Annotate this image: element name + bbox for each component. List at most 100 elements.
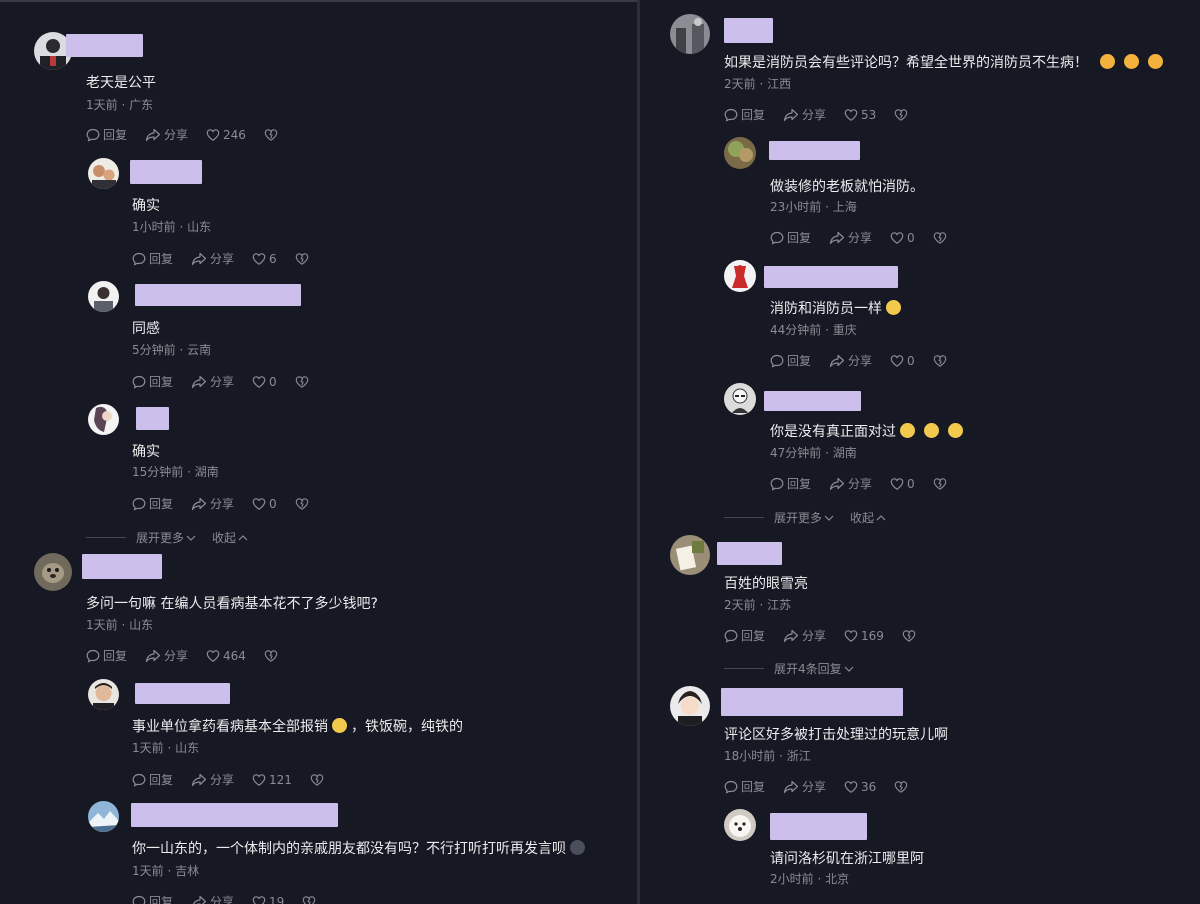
dislike-button[interactable]: [902, 629, 919, 643]
avatar[interactable]: [670, 535, 710, 575]
heart-icon: [252, 252, 266, 266]
dislike-button[interactable]: [933, 354, 950, 368]
share-button[interactable]: 分享: [191, 771, 234, 788]
username-redacted[interactable]: [66, 34, 143, 57]
share-button[interactable]: 分享: [829, 352, 872, 369]
avatar[interactable]: [88, 158, 119, 189]
username-redacted[interactable]: [724, 18, 773, 43]
dislike-button[interactable]: [264, 649, 281, 663]
dislike-button[interactable]: [302, 895, 319, 904]
like-button[interactable]: 36: [844, 780, 876, 794]
reply-item: 你一山东的，一个体制内的亲戚朋友都没有吗？不行打听打听再发言呗 1天前 · 吉林…: [88, 801, 633, 904]
avatar[interactable]: [88, 679, 119, 710]
reply-button[interactable]: 回复: [724, 627, 765, 644]
username-redacted[interactable]: [82, 554, 162, 579]
username-redacted[interactable]: [136, 407, 169, 430]
like-button[interactable]: 0: [252, 497, 277, 511]
like-button[interactable]: 19: [252, 895, 284, 904]
dislike-button[interactable]: [933, 477, 950, 491]
username-redacted[interactable]: [131, 803, 338, 827]
reply-button[interactable]: 回复: [132, 893, 173, 904]
like-button[interactable]: 0: [890, 231, 915, 245]
share-button[interactable]: 分享: [145, 647, 188, 664]
dislike-button[interactable]: [295, 375, 312, 389]
like-button[interactable]: 121: [252, 773, 292, 787]
avatar-image: [88, 801, 119, 832]
avatar[interactable]: [724, 809, 756, 841]
avatar[interactable]: [34, 553, 72, 591]
like-button[interactable]: 6: [252, 252, 277, 266]
dislike-icon: [310, 773, 324, 787]
avatar[interactable]: [724, 383, 756, 415]
like-button[interactable]: 246: [206, 128, 246, 142]
username-redacted[interactable]: [770, 813, 867, 840]
share-button[interactable]: 分享: [145, 126, 188, 143]
dislike-button[interactable]: [295, 252, 312, 266]
username-redacted[interactable]: [721, 688, 903, 716]
reply-label: 回复: [741, 108, 766, 122]
reply-button[interactable]: 回复: [86, 647, 127, 664]
reply-button[interactable]: 回复: [132, 250, 173, 267]
username-redacted[interactable]: [769, 141, 860, 160]
dislike-button[interactable]: [310, 773, 327, 787]
avatar[interactable]: [88, 404, 119, 435]
username-redacted[interactable]: [764, 266, 898, 288]
username-redacted[interactable]: [764, 391, 861, 411]
expand-replies-button[interactable]: 展开4条回复: [774, 660, 854, 677]
like-button[interactable]: 464: [206, 649, 246, 663]
reply-text: 你一山东的，一个体制内的亲戚朋友都没有吗？不行打听打听再发言呗: [132, 838, 585, 858]
reply-label: 回复: [149, 773, 174, 787]
username-redacted[interactable]: [717, 542, 782, 565]
like-button[interactable]: 169: [844, 629, 884, 643]
heart-icon: [252, 895, 266, 904]
reply-button[interactable]: 回复: [86, 126, 127, 143]
expand-replies-label: 展开4条回复: [774, 662, 842, 676]
username-redacted[interactable]: [135, 284, 301, 306]
like-button[interactable]: 0: [252, 375, 277, 389]
reply-text-content: 你一山东的，一个体制内的亲戚朋友都没有吗？不行打听打听再发言呗: [132, 841, 566, 857]
share-button[interactable]: 分享: [191, 250, 234, 267]
avatar[interactable]: [724, 260, 756, 292]
share-label: 分享: [164, 128, 189, 142]
reply-button[interactable]: 回复: [724, 106, 765, 123]
expand-more-button[interactable]: 展开更多: [774, 509, 834, 526]
like-button[interactable]: 0: [890, 477, 915, 491]
share-button[interactable]: 分享: [191, 495, 234, 512]
comment-item: 如果是消防员会有些评论吗？希望全世界的消防员不生病！ 2天前 · 江西 回复 分…: [670, 14, 1195, 129]
avatar[interactable]: [670, 14, 710, 54]
reply-button[interactable]: 回复: [724, 778, 765, 795]
avatar[interactable]: [88, 801, 119, 832]
share-button[interactable]: 分享: [783, 106, 826, 123]
share-button[interactable]: 分享: [783, 778, 826, 795]
share-button[interactable]: 分享: [829, 475, 872, 492]
username-redacted[interactable]: [135, 683, 230, 704]
comment-location: 浙江: [786, 749, 811, 763]
dislike-button[interactable]: [933, 231, 950, 245]
username-redacted[interactable]: [130, 160, 202, 184]
reply-button[interactable]: 回复: [770, 475, 811, 492]
avatar[interactable]: [670, 686, 710, 726]
like-button[interactable]: 0: [890, 354, 915, 368]
reply-button[interactable]: 回复: [770, 229, 811, 246]
reply-button[interactable]: 回复: [132, 495, 173, 512]
collapse-button[interactable]: 收起: [212, 529, 248, 546]
chevron-down-icon: [186, 535, 196, 541]
avatar[interactable]: [88, 281, 119, 312]
reply-button[interactable]: 回复: [770, 352, 811, 369]
dislike-button[interactable]: [295, 497, 312, 511]
heart-icon: [844, 108, 858, 122]
dislike-button[interactable]: [894, 108, 911, 122]
expand-more-button[interactable]: 展开更多: [136, 529, 196, 546]
share-button[interactable]: 分享: [783, 627, 826, 644]
dislike-button[interactable]: [264, 128, 281, 142]
dislike-button[interactable]: [894, 780, 911, 794]
share-button[interactable]: 分享: [829, 229, 872, 246]
reply-button[interactable]: 回复: [132, 771, 173, 788]
reply-button[interactable]: 回复: [132, 373, 173, 390]
like-button[interactable]: 53: [844, 108, 876, 122]
collapse-button[interactable]: 收起: [850, 509, 886, 526]
avatar[interactable]: [724, 137, 756, 169]
dislike-icon: [933, 354, 947, 368]
share-button[interactable]: 分享: [191, 893, 234, 904]
share-button[interactable]: 分享: [191, 373, 234, 390]
